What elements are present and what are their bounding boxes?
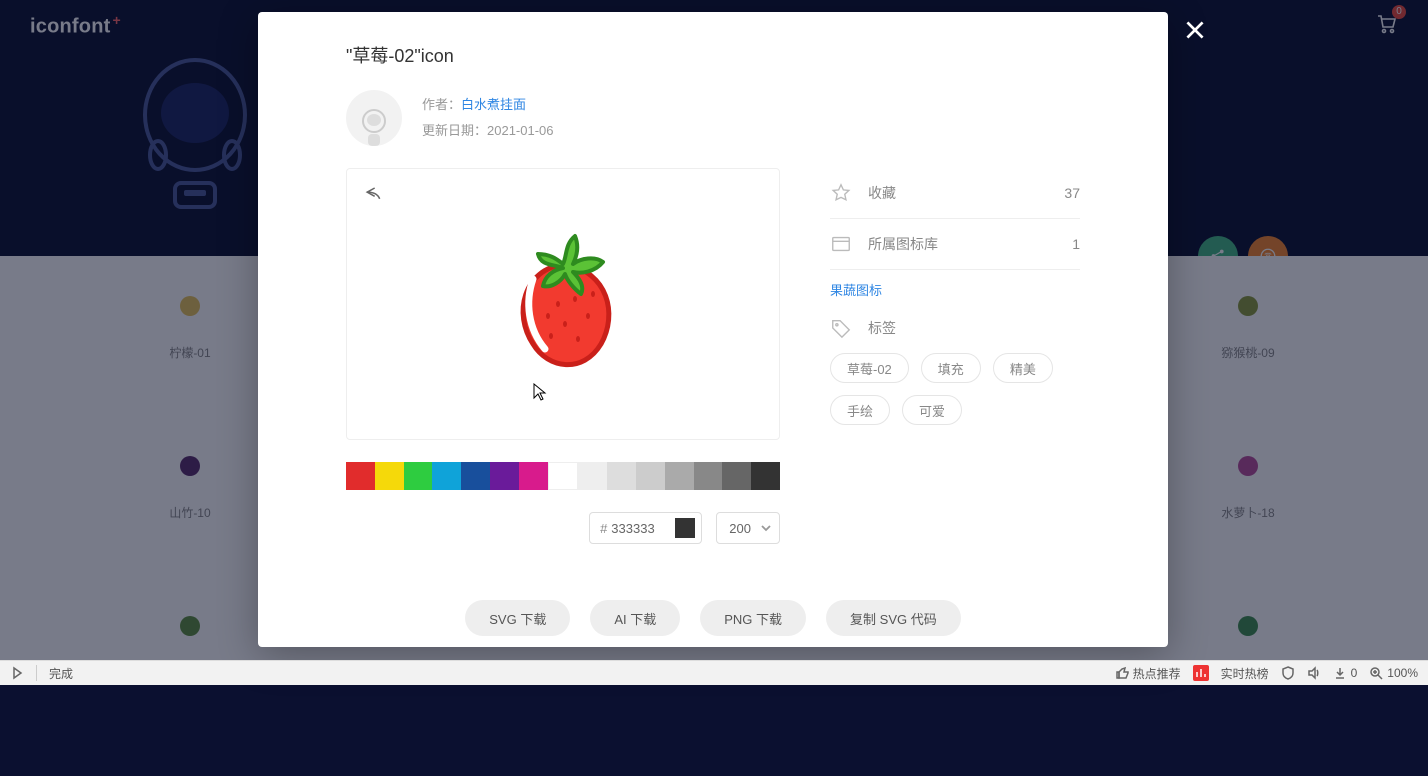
date-label: 更新日期： [422, 123, 487, 138]
thumb-icon [1115, 666, 1129, 680]
size-select[interactable]: 200 [716, 512, 780, 544]
close-icon [1182, 17, 1208, 43]
hot-rank-label: 实时热榜 [1221, 665, 1269, 682]
color-swatch[interactable] [722, 462, 751, 490]
back-button[interactable] [363, 183, 383, 208]
png-download-button[interactable]: PNG 下载 [700, 600, 806, 636]
library-row[interactable]: 所属图标库 1 [830, 219, 1080, 270]
color-swatch[interactable] [751, 462, 780, 490]
volume-button[interactable] [1307, 666, 1321, 680]
color-swatch[interactable] [607, 462, 636, 490]
color-palette [346, 462, 780, 490]
status-done-label: 完成 [49, 665, 73, 682]
color-swatch[interactable] [636, 462, 665, 490]
library-label: 所属图标库 [868, 234, 938, 254]
avatar-icon [354, 106, 394, 146]
bars-icon [1194, 666, 1208, 680]
author-avatar[interactable] [346, 90, 402, 146]
color-swatch[interactable] [578, 462, 607, 490]
author-label: 作者： [422, 97, 461, 112]
tag-chip[interactable]: 填充 [921, 353, 981, 383]
ai-download-button[interactable]: AI 下载 [590, 600, 680, 636]
tag-chip[interactable]: 手绘 [830, 395, 890, 425]
tag-chip[interactable]: 草莓-02 [830, 353, 909, 383]
tags-label: 标签 [868, 318, 896, 338]
hot-rank-icon-box[interactable] [1193, 665, 1209, 681]
copy-svg-button[interactable]: 复制 SVG 代码 [826, 600, 961, 636]
download-count: 0 [1351, 666, 1358, 680]
favorites-row[interactable]: 收藏 37 [830, 168, 1080, 219]
play-button[interactable] [10, 666, 24, 680]
tag-chip[interactable]: 可爱 [902, 395, 962, 425]
hot-rec[interactable]: 热点推荐 [1115, 665, 1181, 682]
status-bar: 完成 热点推荐 实时热榜 0 100% [0, 660, 1428, 685]
download-status[interactable]: 0 [1333, 666, 1358, 680]
play-icon [10, 666, 24, 680]
strawberry-icon [503, 224, 623, 384]
color-swatch[interactable] [375, 462, 404, 490]
star-icon [830, 182, 852, 204]
download-icon [1333, 666, 1347, 680]
tags-list: 草莓-02 填充 精美 手绘 可爱 [830, 353, 1080, 425]
shield-button[interactable] [1281, 666, 1295, 680]
hot-rec-label: 热点推荐 [1133, 665, 1181, 682]
author-row: 作者：白水煮挂面 更新日期：2021-01-06 [346, 90, 1080, 146]
color-swatch[interactable] [519, 462, 548, 490]
color-swatch[interactable] [694, 462, 723, 490]
color-swatch[interactable] [404, 462, 433, 490]
tag-chip[interactable]: 精美 [993, 353, 1053, 383]
download-actions: SVG 下载 AI 下载 PNG 下载 复制 SVG 代码 [346, 600, 1080, 636]
author-link[interactable]: 白水煮挂面 [461, 97, 526, 112]
modal-title: "草莓-02"icon [346, 42, 1080, 68]
library-link[interactable]: 果蔬图标 [830, 270, 1080, 307]
close-button[interactable] [1182, 17, 1208, 48]
color-swatch[interactable] [490, 462, 519, 490]
svg-download-button[interactable]: SVG 下载 [465, 600, 570, 636]
library-icon [830, 233, 852, 255]
library-count: 1 [1072, 236, 1080, 252]
zoom-icon [1369, 666, 1383, 680]
hex-input[interactable] [611, 521, 669, 536]
color-swatch[interactable] [548, 462, 579, 490]
color-swatch[interactable] [665, 462, 694, 490]
cursor-icon [533, 383, 547, 406]
hash-label: # [600, 521, 607, 536]
color-swatch[interactable] [461, 462, 490, 490]
date-value: 2021-01-06 [487, 123, 554, 138]
zoom-value: 100% [1387, 666, 1418, 680]
shield-icon [1281, 666, 1295, 680]
chevron-down-icon [761, 523, 771, 533]
icon-preview [346, 168, 780, 440]
zoom-status[interactable]: 100% [1369, 666, 1418, 680]
favorites-count: 37 [1064, 185, 1080, 201]
hex-input-group: # [589, 512, 702, 544]
volume-icon [1307, 666, 1321, 680]
reply-arrow-icon [363, 183, 383, 203]
size-value: 200 [729, 521, 751, 536]
modal-overlay[interactable]: "草莓-02"icon 作者：白水煮挂面 更新日期：2021-01-06 [0, 0, 1428, 685]
hex-preview-chip [675, 518, 695, 538]
color-swatch[interactable] [432, 462, 461, 490]
color-swatch[interactable] [346, 462, 375, 490]
icon-detail-modal: "草莓-02"icon 作者：白水煮挂面 更新日期：2021-01-06 [258, 12, 1168, 647]
favorites-label: 收藏 [868, 183, 896, 203]
tags-header: 标签 [830, 307, 1080, 353]
tag-icon [830, 317, 852, 339]
